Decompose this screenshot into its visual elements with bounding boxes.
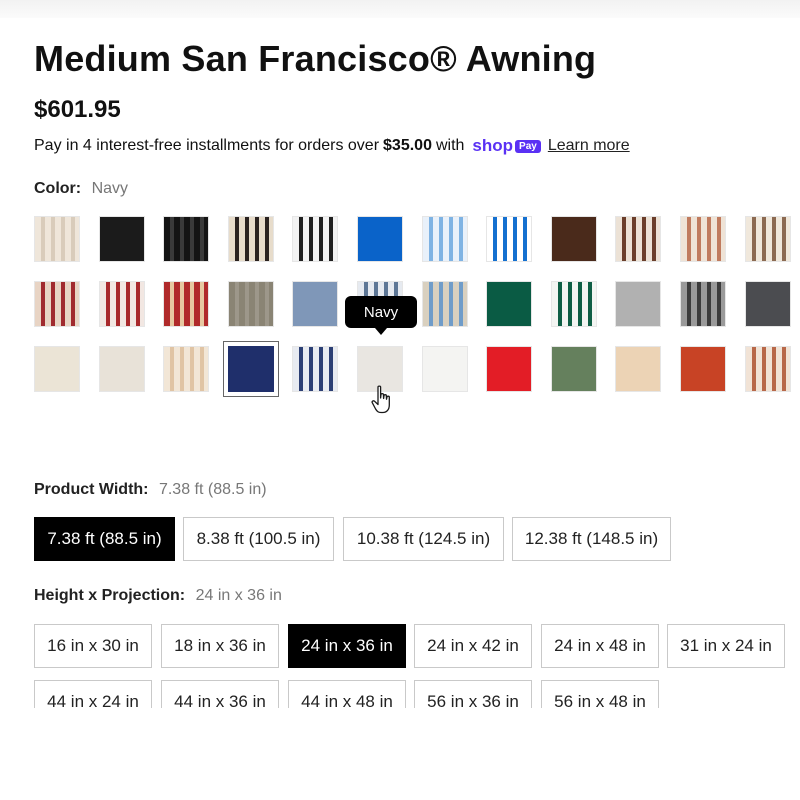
hand-cursor-icon: [371, 385, 390, 414]
color-swatch-navy-white-stripe[interactable]: [292, 346, 339, 392]
width-option[interactable]: 7.38 ft (88.5 in): [34, 517, 175, 561]
color-swatch-red[interactable]: [486, 346, 533, 392]
product-price: $601.95: [34, 96, 121, 123]
width-label-row: Product Width: 7.38 ft (88.5 in): [34, 481, 267, 499]
color-swatch-pacific-blue[interactable]: [356, 216, 403, 262]
color-swatch-tan-blue-stripe[interactable]: [421, 281, 468, 327]
color-swatch-white[interactable]: [421, 346, 468, 392]
color-tooltip: Navy: [345, 296, 417, 335]
width-label: Product Width:: [34, 481, 149, 498]
color-swatch-black-tan-stripe[interactable]: [227, 216, 274, 262]
shop-pay-brand: shop: [472, 136, 514, 155]
color-swatch-ivory[interactable]: [98, 346, 145, 392]
width-selected-value: 7.38 ft (88.5 in): [158, 481, 267, 498]
height-projection-label: Height x Projection:: [34, 587, 186, 604]
color-label: Color:: [34, 180, 82, 197]
height-projection-option[interactable]: 56 in x 36 in: [414, 680, 532, 708]
color-swatch-terracotta[interactable]: [679, 346, 726, 392]
color-swatch-cream-stripe[interactable]: [34, 216, 80, 262]
installments-note: Pay in 4 interest-free installments for …: [34, 136, 630, 156]
color-swatch-taupe[interactable]: [227, 281, 274, 327]
height-projection-option[interactable]: 56 in x 48 in: [541, 680, 659, 708]
color-swatch-slate-blue[interactable]: [292, 281, 339, 327]
height-projection-option[interactable]: 24 in x 42 in: [414, 624, 532, 668]
height-projection-option[interactable]: 44 in x 36 in: [161, 680, 279, 708]
learn-more-link[interactable]: Learn more: [548, 137, 630, 155]
color-swatch-terracotta-stripe[interactable]: [744, 346, 791, 392]
height-projection-option[interactable]: 16 in x 30 in: [34, 624, 152, 668]
color-swatch-brown[interactable]: [550, 216, 597, 262]
color-swatch-beige-brown-stripe[interactable]: [744, 216, 791, 262]
color-swatch-linen[interactable]: [34, 346, 80, 392]
installments-text: Pay in 4 interest-free installments for …: [34, 137, 380, 154]
color-swatch-black-pinstripe[interactable]: [163, 216, 210, 262]
color-swatch-brown-cream-stripe[interactable]: [615, 216, 662, 262]
color-label-row: Color: Navy: [34, 180, 128, 198]
color-selected-value: Navy: [91, 180, 129, 197]
installments-threshold: $35.00: [383, 137, 432, 154]
color-swatch-charcoal[interactable]: [744, 281, 791, 327]
height-projection-label-row: Height x Projection: 24 in x 36 in: [34, 587, 282, 605]
color-swatch-charcoal-stripe[interactable]: [679, 281, 726, 327]
color-swatch-tan-rust-stripe[interactable]: [679, 216, 726, 262]
color-swatch-sage-green[interactable]: [550, 346, 597, 392]
color-swatch-navy[interactable]: [222, 341, 279, 397]
installments-with: with: [435, 137, 465, 154]
color-swatch-silver[interactable]: [615, 281, 662, 327]
color-swatch-green-white-stripe[interactable]: [550, 281, 597, 327]
height-projection-option[interactable]: 18 in x 36 in: [161, 624, 279, 668]
color-swatch-grid: [34, 216, 800, 397]
color-swatch-burgundy-tan-stripe[interactable]: [34, 281, 80, 327]
width-option[interactable]: 12.38 ft (148.5 in): [512, 517, 671, 561]
shop-pay-logo: shop Pay: [472, 136, 541, 156]
width-option[interactable]: 10.38 ft (124.5 in): [343, 517, 504, 561]
width-option[interactable]: 8.38 ft (100.5 in): [183, 517, 334, 561]
product-panel: Medium San Francisco® Awning $601.95 Pay…: [0, 0, 800, 708]
color-swatch-forest-green[interactable]: [486, 281, 533, 327]
height-projection-option[interactable]: 44 in x 48 in: [288, 680, 406, 708]
height-projection-option[interactable]: 31 in x 24 in: [667, 624, 785, 668]
color-swatch-red-white-stripe[interactable]: [98, 281, 145, 327]
color-swatch-red-gold-stripe[interactable]: [163, 281, 210, 327]
color-swatch-black-white-stripe[interactable]: [292, 216, 339, 262]
height-projection-option[interactable]: 24 in x 36 in: [288, 624, 406, 668]
height-projection-selected-value: 24 in x 36 in: [195, 587, 282, 604]
color-swatch-wheat[interactable]: [615, 346, 662, 392]
height-projection-option[interactable]: 44 in x 24 in: [34, 680, 152, 708]
color-swatch-black[interactable]: [98, 216, 145, 262]
color-swatch-blue-white-stripe[interactable]: [486, 216, 533, 262]
product-title: Medium San Francisco® Awning: [34, 38, 597, 79]
shop-pay-badge: Pay: [515, 139, 541, 153]
color-swatch-light-blue-stripe[interactable]: [421, 216, 468, 262]
color-swatch-sand-stripe[interactable]: [163, 346, 210, 392]
height-projection-option[interactable]: 24 in x 48 in: [541, 624, 659, 668]
